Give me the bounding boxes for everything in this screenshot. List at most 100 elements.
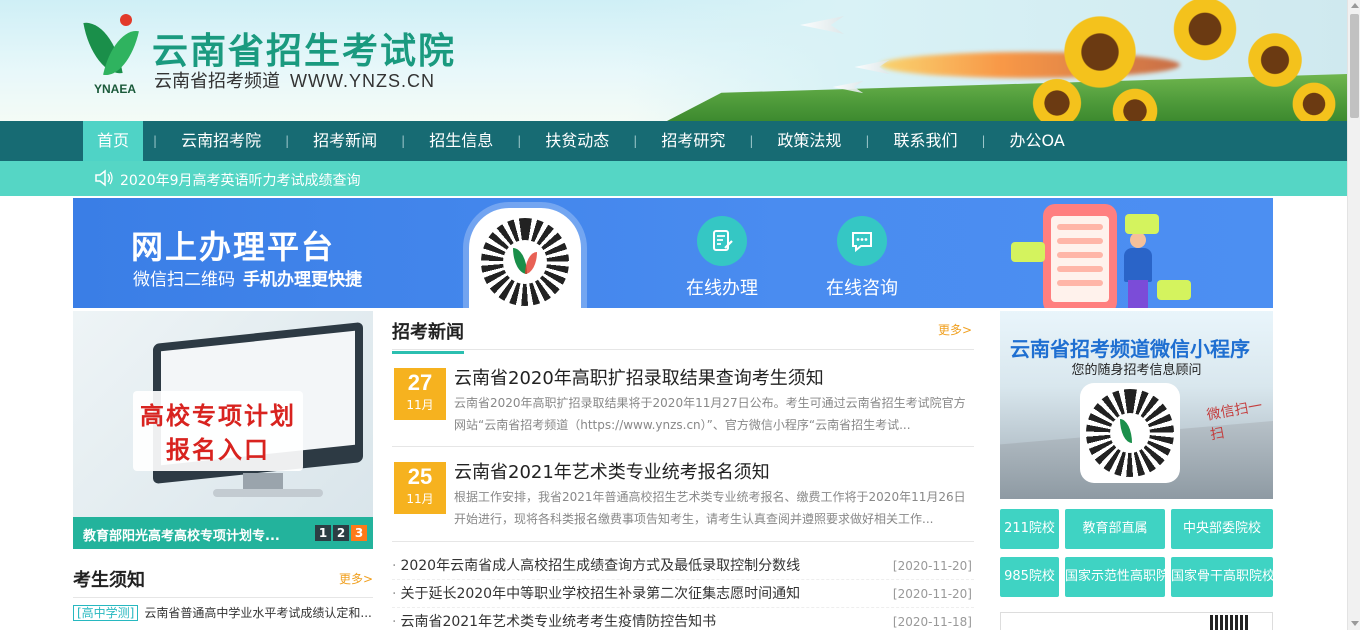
nav-item-label: 扶贫动态 — [545, 131, 610, 150]
date-badge: 27 11月 — [394, 368, 446, 420]
online-service-button[interactable]: 在线办理 — [682, 216, 762, 300]
platform-subtitle: 微信扫二维码 手机办理更快捷 — [133, 265, 362, 290]
nav-item-label: 招考研究 — [661, 131, 726, 150]
site-subtitle: 云南省招考频道 WWW.YNZS.CN — [154, 67, 435, 93]
school-category-grid: 211院校 教育部直属 中央部委院校 985院校 国家示范性高职院 国家骨干高职院校 — [1000, 509, 1273, 597]
category-button-4[interactable]: 国家示范性高职院 — [1065, 557, 1165, 597]
list-item[interactable]: · 关于延长2020年中等职业学校招生补录第二次征集志愿时间通知 [2020-11-… — [392, 580, 974, 608]
nav-item-0[interactable]: 首页 | — [83, 121, 167, 161]
nav-separator: | — [285, 134, 290, 148]
form-edit-icon — [697, 216, 747, 266]
news-title: 招考新闻 — [392, 318, 464, 354]
phone-illustration — [1043, 204, 1117, 308]
list-bullet: · — [392, 614, 397, 630]
divider — [392, 541, 974, 542]
nav-item-6[interactable]: 政策法规 | — [763, 121, 879, 161]
slider-page-1[interactable]: 1 — [315, 525, 331, 541]
nav-item-4[interactable]: 扶贫动态 | — [531, 121, 647, 161]
nav-item-7[interactable]: 联系我们 | — [879, 121, 995, 161]
nav-separator: | — [981, 134, 986, 148]
scroll-up-icon[interactable] — [1351, 3, 1359, 8]
nav-separator: | — [865, 134, 870, 148]
nav-item-label: 招考新闻 — [313, 131, 378, 150]
mini-program-subtitle: 您的随身招考信息顾问 — [1071, 363, 1202, 378]
nav-item-label: 招生信息 — [429, 131, 494, 150]
online-service-label: 在线办理 — [686, 278, 758, 299]
qr-code-icon — [1210, 615, 1250, 630]
featured-desc: 云南省2020年高职扩招录取结果将于2020年11月27日公布。考生可通过云南省… — [454, 396, 966, 432]
decor-card — [1125, 214, 1159, 234]
scrollbar-thumb[interactable] — [1350, 14, 1359, 118]
news-ticker: 2020年9月高考英语听力考试成绩查询 — [0, 161, 1347, 196]
nav-separator: | — [633, 134, 638, 148]
promo-caption[interactable]: 教育部阳光高考高校专项计划专... — [83, 525, 283, 544]
nav-item-8[interactable]: 办公OA — [996, 121, 1079, 161]
wechat-mini-program-card[interactable]: 云南省招考频道微信小程序 您的随身招考信息顾问 微信扫一扫 — [1000, 311, 1273, 499]
nav-item-label: 联系我们 — [893, 131, 958, 150]
notice-text: 云南省普通高中学业水平考试成绩认定和... — [144, 606, 372, 620]
nav-item-label: 政策法规 — [777, 131, 842, 150]
list-item[interactable]: [高中学测] 云南省普通高中学业水平考试成绩认定和... — [73, 604, 373, 626]
sunflower-icon — [1245, 30, 1305, 90]
news-section-header: 招考新闻 更多> — [392, 312, 974, 354]
ticker-link[interactable]: 2020年9月高考英语听力考试成绩查询 — [120, 170, 361, 190]
monitor-base — [213, 489, 323, 497]
promo-headline-2: 报名入口 — [166, 436, 270, 464]
slider-page-2[interactable]: 2 — [333, 525, 349, 541]
nav-list: 首页 | 云南招考院 | 招考新闻 | 招生信息 | 扶贫动态 | 招考研究 | 政策法规 | 联系我们 | 办… — [83, 121, 1079, 161]
slider-page-3[interactable]: 3 — [351, 525, 367, 541]
mini-program-qr-code — [1080, 383, 1180, 483]
qr-code-icon — [481, 218, 569, 306]
featured-news-item[interactable]: 25 11月 云南省2021年艺术类专业统考报名须知 根据工作安排，我省2021… — [392, 456, 974, 536]
date-day: 25 — [407, 464, 433, 489]
page: YNAEA 云南省招生考试院 云南省招考频道 WWW.YNZS.CN 首页 | 云南招… — [0, 0, 1360, 630]
decor-card — [1011, 242, 1045, 262]
news-item-date: [2020-11-18] — [892, 615, 972, 629]
scroll-down-icon[interactable] — [1351, 621, 1359, 626]
notice-title: 考生须知 — [73, 570, 145, 591]
online-platform-banner[interactable]: 网上办理平台 微信扫二维码 手机办理更快捷 在线办理 在线咨询 — [73, 198, 1273, 308]
list-item[interactable]: · 2020年云南省成人高校招生成绩查询方式及最低录取控制分数线 [2020-11-… — [392, 552, 974, 580]
category-button-2[interactable]: 中央部委院校 — [1171, 509, 1273, 549]
featured-news-item[interactable]: 27 11月 云南省2020年高职扩招录取结果查询考生须知 云南省2020年高职… — [392, 362, 974, 442]
site-header: YNAEA 云南省招生考试院 云南省招考频道 WWW.YNZS.CN — [0, 0, 1347, 121]
platform-subtitle-a: 微信扫二维码 — [133, 270, 235, 290]
site-url: WWW.YNZS.CN — [290, 71, 435, 91]
news-item-title: 云南省2021年艺术类专业统考考生疫情防控告知书 — [400, 614, 717, 630]
nav-item-3[interactable]: 招生信息 | — [415, 121, 531, 161]
notice-section-header: 考生须知 更多> — [73, 562, 373, 598]
site-logo[interactable]: YNAEA — [83, 14, 142, 96]
news-item-date: [2020-11-20] — [892, 587, 972, 601]
date-badge: 25 11月 — [394, 462, 446, 514]
nav-item-5[interactable]: 招考研究 | — [647, 121, 763, 161]
category-button-0[interactable]: 211院校 — [1000, 509, 1059, 549]
news-more-link[interactable]: 更多> — [938, 321, 972, 338]
nav-item-2[interactable]: 招考新闻 | — [299, 121, 415, 161]
platform-subtitle-b: 手机办理更快捷 — [243, 270, 362, 290]
nav-item-1[interactable]: 云南招考院 | — [167, 121, 299, 161]
vertical-scrollbar[interactable] — [1347, 0, 1360, 630]
category-button-1[interactable]: 教育部直属 — [1065, 509, 1165, 549]
logo-dot-icon — [120, 14, 132, 26]
promo-slider[interactable]: 高校专项计划 报名入口 教育部阳光高考高校专项计划专... 123 — [73, 311, 373, 549]
featured-title[interactable]: 云南省2020年高职扩招录取结果查询考生须知 — [454, 364, 824, 390]
nav-separator: | — [517, 134, 522, 148]
category-button-3[interactable]: 985院校 — [1000, 557, 1059, 597]
bottom-qr-card — [1000, 612, 1273, 630]
site-subtitle-text: 云南省招考频道 — [154, 71, 280, 92]
notice-more-link[interactable]: 更多> — [339, 570, 373, 587]
featured-title[interactable]: 云南省2021年艺术类专业统考报名须知 — [454, 458, 770, 484]
online-consult-button[interactable]: 在线咨询 — [822, 216, 902, 300]
main-nav: 首页 | 云南招考院 | 招考新闻 | 招生信息 | 扶贫动态 | 招考研究 | 政策法规 | 联系我们 | 办… — [0, 121, 1347, 161]
list-item[interactable]: · 云南省2021年艺术类专业统考考生疫情防控告知书 [2020-11-18] — [392, 608, 974, 630]
wechat-qr-code — [469, 208, 581, 308]
person-illustration — [1118, 232, 1158, 308]
featured-desc: 根据工作安排，我省2021年普通高校招生艺术类专业统考报名、缴费工作将于2020… — [454, 490, 966, 526]
news-item-title: 关于延长2020年中等职业学校招生补录第二次征集志愿时间通知 — [400, 586, 801, 602]
date-month: 11月 — [406, 398, 434, 412]
news-item-title: 2020年云南省成人高校招生成绩查询方式及最低录取控制分数线 — [400, 558, 801, 574]
promo-card: 高校专项计划 报名入口 — [133, 391, 303, 471]
category-button-5[interactable]: 国家骨干高职院校 — [1171, 557, 1273, 597]
notice-tag: [高中学测] — [73, 605, 139, 621]
platform-title: 网上办理平台 — [131, 228, 336, 266]
